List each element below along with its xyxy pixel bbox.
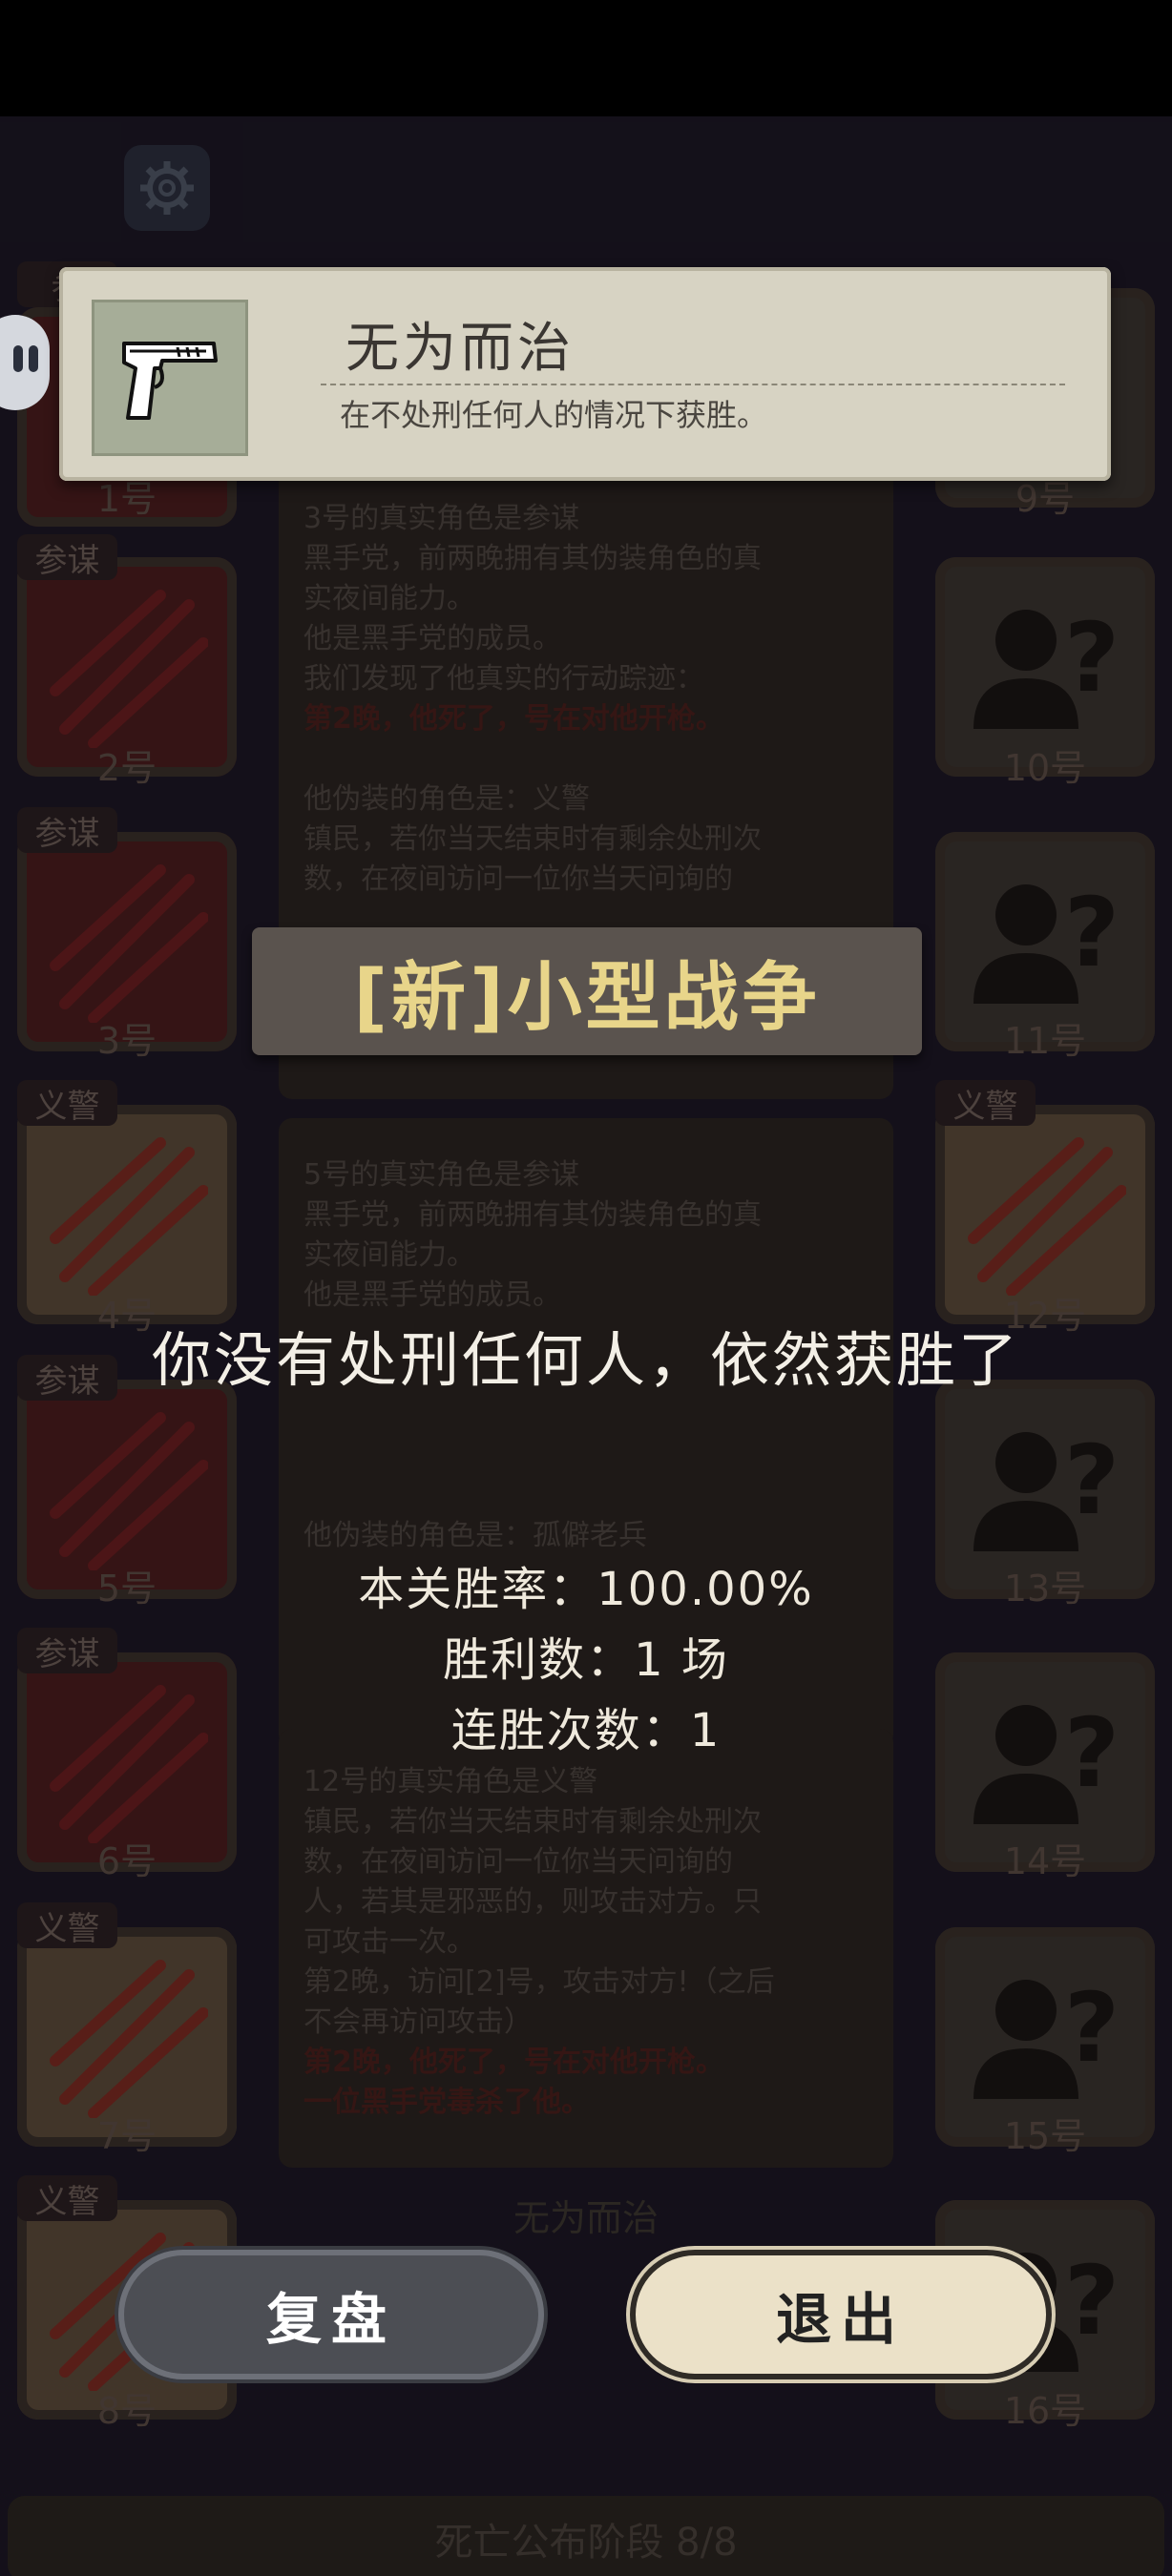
achievement-divider — [321, 384, 1065, 385]
bubble-eye — [13, 345, 23, 372]
replay-button[interactable]: 复盘 — [118, 2250, 544, 2379]
bubble-eye — [29, 345, 38, 372]
achievement-title: 无为而治 — [345, 318, 575, 380]
achievement-banner: 无为而治 在不处刑任何人的情况下获胜。 — [59, 267, 1111, 481]
pistol-icon — [122, 342, 218, 420]
game-screen: 参 1号 参谋 2号 参谋 3号 义警 4号 参谋 5号 参谋 6号 义警 7号 — [0, 0, 1172, 2576]
exit-button[interactable]: 退出 — [630, 2250, 1052, 2379]
level-title-banner: [新]小型战争 — [252, 927, 922, 1055]
status-bar — [0, 0, 1172, 116]
achievement-description: 在不处刑任何人的情况下获胜。 — [340, 397, 768, 433]
result-message: 你没有处刑任何人，依然获胜了 — [151, 1325, 1020, 1395]
chat-bubble-button[interactable] — [0, 315, 50, 410]
win-streak: 连胜次数：1 — [450, 1704, 722, 1757]
achievement-icon-frame — [92, 300, 248, 456]
win-count: 胜利数：1 场 — [443, 1633, 729, 1687]
win-rate: 本关胜率：100.00% — [358, 1563, 814, 1616]
